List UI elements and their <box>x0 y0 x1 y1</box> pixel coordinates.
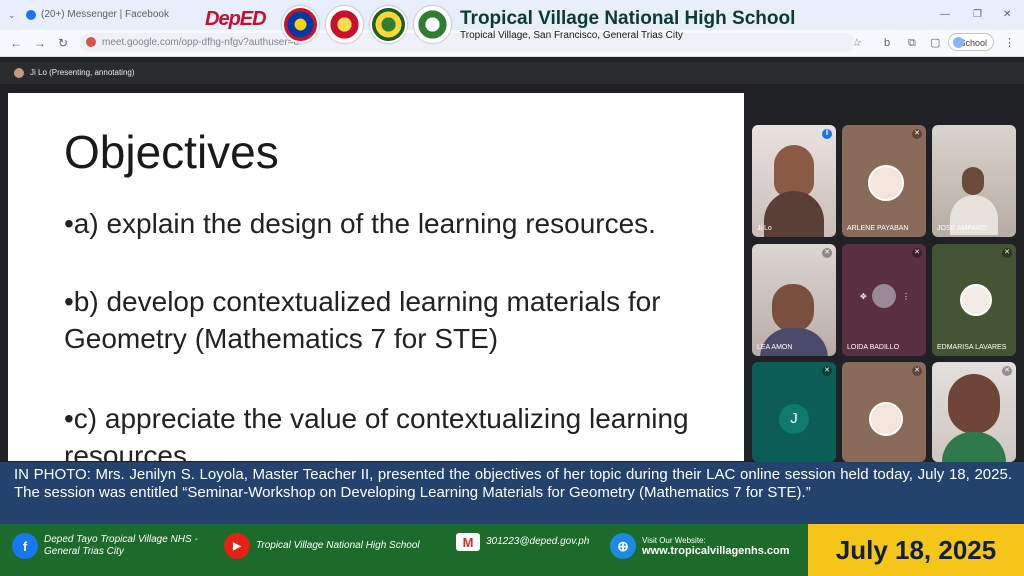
participant-avatar <box>869 402 903 436</box>
bagong-pilipinas-logo-icon <box>282 6 319 43</box>
post-date: July 18, 2025 <box>835 535 997 565</box>
mail-icon: M <box>456 533 480 551</box>
presenter-label: Ji Lo (Presenting, annotating) <box>30 68 135 77</box>
participant-tile[interactable]: ⦀ Ji Lo <box>752 125 836 237</box>
participant-body <box>942 432 1006 462</box>
menu-icon[interactable]: ⋮ <box>1004 30 1015 56</box>
participant-video <box>772 284 814 332</box>
school-address: Tropical Village, San Francisco, General… <box>460 30 683 41</box>
participant-body <box>764 191 824 237</box>
participant-video <box>962 167 984 195</box>
youtube-label: Tropical Village National High School <box>256 540 420 551</box>
city-seal-icon <box>326 6 363 43</box>
participant-name: JOSE AMPARO <box>937 225 987 232</box>
website-caption: Visit Our Website: <box>642 535 706 545</box>
youtube-icon: ▶ <box>224 533 250 559</box>
minimize-icon[interactable]: — <box>940 2 950 28</box>
reload-icon[interactable]: ↻ <box>58 30 68 56</box>
website-url: www.tropicalvillagenhs.com <box>642 544 790 557</box>
facebook-label: Deped Tayo Tropical Village NHS - Genera… <box>44 534 198 557</box>
participant-name: LEA AMON <box>757 344 793 351</box>
mic-off-icon: ✕ <box>912 248 922 258</box>
participant-tile[interactable]: ✕ LEA AMON <box>752 244 836 356</box>
slide-bullet: •a) explain the design of the learning r… <box>64 208 656 239</box>
mic-off-icon: ✕ <box>912 366 922 376</box>
back-icon[interactable]: ← <box>10 30 22 56</box>
school-seal-icon <box>414 6 451 43</box>
maximize-icon[interactable]: ❐ <box>973 2 982 28</box>
photo-caption: IN PHOTO: Mrs. Jenilyn S. Loyola, Master… <box>14 466 1012 501</box>
division-seal-icon <box>370 6 407 43</box>
mic-off-icon: ✕ <box>1002 366 1012 376</box>
participant-tile[interactable]: ✕ <box>932 362 1016 462</box>
pin-icon[interactable]: ✥ <box>860 292 867 301</box>
meet-top-bar <box>0 62 1024 84</box>
extension-icon[interactable]: b <box>884 30 890 56</box>
email-label: 301223@deped.gov.ph <box>486 536 590 547</box>
school-name: Tropical Village National High School <box>460 8 796 29</box>
participant-initial: J <box>779 404 809 434</box>
profile-button[interactable]: School <box>948 33 994 51</box>
presenter-chip: Ji Lo (Presenting, annotating) <box>14 66 135 80</box>
participant-tile[interactable]: ✕ ARLENE PAYABAN <box>842 125 926 237</box>
youtube-link[interactable]: ▶ Tropical Village National High School <box>224 533 420 559</box>
participant-tile[interactable]: ✥ ⋮ ✕ LOIDA BADILLO <box>842 244 926 356</box>
mic-off-icon: ✕ <box>1002 248 1012 258</box>
participant-body <box>760 328 828 356</box>
participant-avatar <box>872 284 896 308</box>
profile-avatar-icon <box>953 37 964 48</box>
shared-slide: Objectives •a) explain the design of the… <box>8 93 744 461</box>
sidebar-icon[interactable]: ▢ <box>930 30 940 56</box>
participant-avatar <box>960 284 992 316</box>
mic-off-icon: ✕ <box>822 248 832 258</box>
facebook-link[interactable]: f Deped Tayo Tropical Village NHS - Gene… <box>12 533 224 559</box>
facebook-icon: f <box>12 533 38 559</box>
tab-title: (20+) Messenger | Facebook <box>41 9 169 20</box>
site-info-icon[interactable] <box>86 37 96 47</box>
participant-name: ARLENE PAYABAN <box>847 225 909 232</box>
participant-tile[interactable]: ✕ <box>842 362 926 462</box>
facebook-tab-icon <box>26 10 36 20</box>
slide-title: Objectives <box>64 126 279 178</box>
website-link[interactable]: ⊕ Visit Our Website: www.tropicalvillage… <box>610 533 790 559</box>
close-icon[interactable]: ✕ <box>1003 2 1011 28</box>
mic-off-icon: ✕ <box>822 366 832 376</box>
slide-bullet: •b) develop contextualized learning mate… <box>64 286 661 354</box>
participant-tile[interactable]: JOSE AMPARO <box>932 125 1016 237</box>
forward-icon[interactable]: → <box>34 30 46 56</box>
participant-avatar <box>868 165 904 201</box>
browser-tab[interactable]: (20+) Messenger | Facebook <box>26 4 176 26</box>
mic-off-icon: ✕ <box>912 129 922 139</box>
participant-name: EDMARISA LAVARES <box>937 344 1007 351</box>
more-options-icon[interactable]: ⋮ <box>902 292 910 301</box>
participant-tile[interactable]: ✕ EDMARISA LAVARES <box>932 244 1016 356</box>
email-link[interactable]: M 301223@deped.gov.ph <box>456 533 589 551</box>
deped-logo: DepED <box>205 8 267 30</box>
participant-name: LOIDA BADILLO <box>847 344 900 351</box>
tab-list-icon[interactable]: ⌄ <box>8 2 16 28</box>
presenter-avatar <box>14 68 24 78</box>
extensions-puzzle-icon[interactable]: ⧉ <box>908 30 916 56</box>
globe-icon: ⊕ <box>610 533 636 559</box>
slide-bullet: •c) appreciate the value of contextualiz… <box>64 403 689 461</box>
participant-tile[interactable]: J ✕ <box>752 362 836 462</box>
participant-video <box>948 374 1000 434</box>
speaking-icon: ⦀ <box>822 129 832 139</box>
participant-video <box>774 145 814 197</box>
participant-name: Ji Lo <box>757 225 772 232</box>
